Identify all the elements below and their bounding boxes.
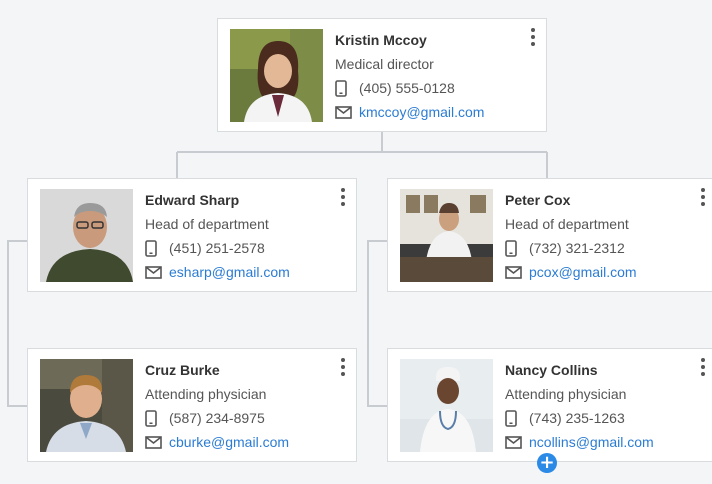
connector-edward-cruz bbox=[7, 240, 28, 407]
avatar-photo bbox=[40, 359, 133, 452]
employee-card-edward[interactable]: Edward Sharp Head of department (451) 25… bbox=[27, 178, 357, 292]
phone-number: (451) 251-2578 bbox=[169, 240, 265, 256]
phone-row: (405) 555-0128 bbox=[335, 79, 516, 97]
phone-row: (587) 234-8975 bbox=[145, 409, 326, 427]
phone-icon bbox=[145, 409, 165, 427]
email-row: cburke@gmail.com bbox=[145, 433, 326, 451]
phone-row: (743) 235-1263 bbox=[505, 409, 686, 427]
employee-name: Peter Cox bbox=[505, 192, 571, 208]
card-info: Edward Sharp Head of department (451) 25… bbox=[145, 191, 326, 281]
more-vertical-icon[interactable] bbox=[696, 187, 710, 207]
email-row: pcox@gmail.com bbox=[505, 263, 686, 281]
org-chart-canvas: Kristin Mccoy Medical director (405) 555… bbox=[0, 0, 712, 484]
email-link[interactable]: esharp@gmail.com bbox=[169, 263, 290, 281]
email-row: ncollins@gmail.com bbox=[505, 433, 686, 451]
employee-name: Cruz Burke bbox=[145, 362, 220, 378]
avatar-photo bbox=[400, 189, 493, 282]
card-info: Nancy Collins Attending physician (743) … bbox=[505, 361, 686, 451]
plus-icon: + bbox=[539, 452, 555, 473]
employee-name: Edward Sharp bbox=[145, 192, 240, 208]
mail-icon bbox=[335, 103, 355, 121]
employee-title: Medical director bbox=[335, 56, 434, 72]
add-child-button[interactable]: + bbox=[537, 453, 557, 473]
phone-row: (732) 321-2312 bbox=[505, 239, 686, 257]
mail-icon bbox=[505, 433, 525, 451]
phone-number: (405) 555-0128 bbox=[359, 80, 455, 96]
more-vertical-icon[interactable] bbox=[526, 27, 540, 47]
employee-card-cruz[interactable]: Cruz Burke Attending physician (587) 234… bbox=[27, 348, 357, 462]
email-link[interactable]: kmccoy@gmail.com bbox=[359, 103, 484, 121]
card-info: Kristin Mccoy Medical director (405) 555… bbox=[335, 31, 516, 121]
phone-icon bbox=[145, 239, 165, 257]
mail-icon bbox=[505, 263, 525, 281]
email-row: kmccoy@gmail.com bbox=[335, 103, 516, 121]
connector-peter-nancy bbox=[367, 240, 388, 407]
employee-title: Head of department bbox=[505, 216, 629, 232]
phone-number: (743) 235-1263 bbox=[529, 410, 625, 426]
mail-icon bbox=[145, 263, 165, 281]
employee-card-nancy[interactable]: Nancy Collins Attending physician (743) … bbox=[387, 348, 712, 462]
employee-name: Kristin Mccoy bbox=[335, 32, 427, 48]
more-vertical-icon[interactable] bbox=[336, 187, 350, 207]
phone-number: (732) 321-2312 bbox=[529, 240, 625, 256]
email-link[interactable]: ncollins@gmail.com bbox=[529, 433, 654, 451]
employee-card-peter[interactable]: Peter Cox Head of department (732) 321-2… bbox=[387, 178, 712, 292]
phone-number: (587) 234-8975 bbox=[169, 410, 265, 426]
email-row: esharp@gmail.com bbox=[145, 263, 326, 281]
employee-title: Attending physician bbox=[505, 386, 627, 402]
employee-title: Head of department bbox=[145, 216, 269, 232]
phone-row: (451) 251-2578 bbox=[145, 239, 326, 257]
employee-title: Attending physician bbox=[145, 386, 267, 402]
mail-icon bbox=[145, 433, 165, 451]
avatar-photo bbox=[40, 189, 133, 282]
phone-icon bbox=[505, 239, 525, 257]
employee-card-kristin[interactable]: Kristin Mccoy Medical director (405) 555… bbox=[217, 18, 547, 132]
card-info: Cruz Burke Attending physician (587) 234… bbox=[145, 361, 326, 451]
more-vertical-icon[interactable] bbox=[696, 357, 710, 377]
email-link[interactable]: pcox@gmail.com bbox=[529, 263, 637, 281]
employee-name: Nancy Collins bbox=[505, 362, 598, 378]
phone-icon bbox=[335, 79, 355, 97]
more-vertical-icon[interactable] bbox=[336, 357, 350, 377]
phone-icon bbox=[505, 409, 525, 427]
card-info: Peter Cox Head of department (732) 321-2… bbox=[505, 191, 686, 281]
email-link[interactable]: cburke@gmail.com bbox=[169, 433, 289, 451]
avatar-photo bbox=[400, 359, 493, 452]
avatar-photo bbox=[230, 29, 323, 122]
